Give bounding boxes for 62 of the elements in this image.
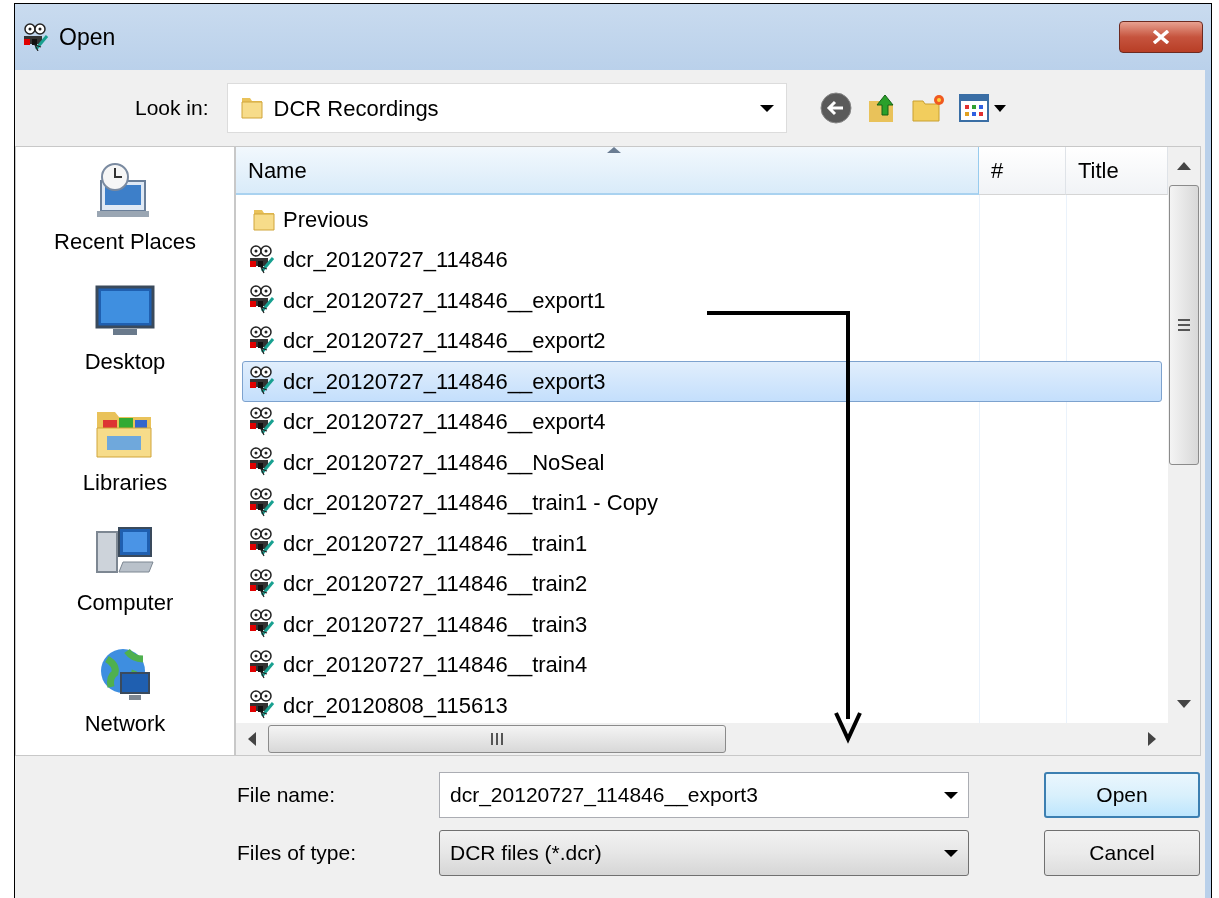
- back-arrow-button[interactable]: [818, 91, 853, 125]
- vertical-scroll-thumb[interactable]: [1169, 185, 1199, 465]
- new-folder-button[interactable]: [910, 93, 947, 123]
- file-row[interactable]: dcr_20120727_114846__export4: [242, 401, 978, 442]
- file-name: dcr_20120727_114846__train3: [283, 610, 588, 639]
- window-title: Open: [59, 22, 116, 52]
- file-name: dcr_20120727_114846__train1: [283, 529, 588, 558]
- file-row[interactable]: dcr_20120727_114846__export2: [242, 320, 978, 361]
- file-name: dcr_20120727_114846__train2: [283, 570, 588, 599]
- grip-icon: [1178, 318, 1190, 332]
- look-in-value: DCR Recordings: [273, 94, 439, 123]
- file-row[interactable]: dcr_20120727_114846__export1: [242, 280, 978, 321]
- close-icon: [1152, 30, 1170, 44]
- file-row[interactable]: dcr_20120727_114846__NoSeal: [242, 442, 978, 483]
- file-row[interactable]: dcr_20120727_114846__train1: [242, 523, 978, 564]
- file-name: dcr_20120727_114846__export1: [283, 286, 606, 315]
- places-item[interactable]: Desktop: [84, 281, 166, 394]
- close-button[interactable]: [1119, 21, 1203, 53]
- file-name-label: File name:: [237, 782, 337, 809]
- file-row[interactable]: dcr_20120727_114846__export3: [242, 361, 1162, 402]
- file-row[interactable]: dcr_20120727_114846__train3: [242, 604, 978, 645]
- horizontal-scroll-thumb[interactable]: [268, 725, 726, 753]
- file-name: dcr_20120727_114846__NoSeal: [283, 448, 605, 477]
- app-reel-icon: [23, 23, 51, 51]
- dropdown-caret-icon: [759, 104, 774, 112]
- right-arrow-icon: [1148, 732, 1156, 746]
- places-item[interactable]: Libraries: [82, 401, 168, 515]
- file-row[interactable]: dcr_20120808_115613: [242, 685, 978, 723]
- up-arrow-icon: [1177, 162, 1191, 170]
- file-row[interactable]: dcr_20120727_114846__train2: [242, 563, 978, 604]
- file-name: dcr_20120727_114846__train4: [283, 651, 588, 680]
- dropdown-caret-icon: [944, 849, 958, 857]
- file-name-field[interactable]: dcr_20120727_114846__export3: [439, 772, 969, 818]
- column-header[interactable]: Title: [1066, 147, 1168, 195]
- sort-arrow-icon: [607, 147, 621, 153]
- places-item[interactable]: Recent Places: [54, 161, 196, 274]
- dropdown-caret-icon: [944, 791, 958, 799]
- file-row[interactable]: Previous: [242, 199, 978, 240]
- file-name: dcr_20120727_114846: [283, 246, 508, 275]
- grip-icon: [490, 733, 504, 745]
- file-row[interactable]: dcr_20120727_114846__train1 - Copy: [242, 482, 978, 523]
- file-name: dcr_20120727_114846__export3: [283, 367, 606, 396]
- file-name: dcr_20120727_114846__export4: [283, 408, 606, 437]
- file-type-dropdown[interactable]: DCR files (*.dcr): [439, 830, 969, 876]
- cancel-button[interactable]: Cancel: [1044, 830, 1200, 876]
- file-name: dcr_20120808_115613: [283, 691, 508, 720]
- look-in-label: Look in:: [135, 95, 209, 122]
- column-header[interactable]: #: [979, 147, 1066, 195]
- file-name: dcr_20120727_114846__export2: [283, 327, 606, 356]
- places-item[interactable]: Computer: [76, 522, 174, 635]
- view-menu-button[interactable]: [958, 93, 1007, 123]
- down-arrow-icon: [1177, 700, 1191, 708]
- look-in-dropdown[interactable]: DCR Recordings: [226, 83, 787, 133]
- file-name: Previous: [283, 205, 369, 234]
- column-header[interactable]: Name: [236, 147, 979, 195]
- file-row[interactable]: dcr_20120727_114846: [242, 239, 978, 280]
- file-type-label: Files of type:: [237, 840, 358, 867]
- file-row[interactable]: dcr_20120727_114846__train4: [242, 644, 978, 685]
- file-name: dcr_20120727_114846__train1 - Copy: [283, 489, 659, 518]
- open-button[interactable]: Open: [1044, 772, 1200, 818]
- places-item[interactable]: Network: [84, 642, 166, 756]
- left-arrow-icon: [248, 732, 256, 746]
